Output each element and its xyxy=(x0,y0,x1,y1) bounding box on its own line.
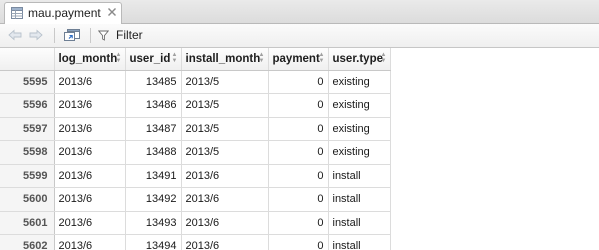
table-row[interactable]: 5598 2013/6 13488 2013/5 0 existing xyxy=(0,140,391,165)
log-month-cell: 2013/6 xyxy=(54,140,126,165)
table-row[interactable]: 5601 2013/6 13493 2013/6 0 install xyxy=(0,211,391,235)
user-id-cell: 13493 xyxy=(125,211,182,235)
install-month-cell: 2013/5 xyxy=(181,140,269,165)
table-row[interactable]: 5600 2013/6 13492 2013/6 0 install xyxy=(0,187,391,212)
payment-cell: 0 xyxy=(268,70,329,94)
column-header-payment[interactable]: payment ▲ ▼ xyxy=(268,48,329,71)
install-month-cell: 2013/6 xyxy=(181,234,269,250)
data-table-icon xyxy=(11,7,23,19)
user-id-cell: 13488 xyxy=(125,140,182,165)
table-row[interactable]: 5596 2013/6 13486 2013/5 0 existing xyxy=(0,93,391,118)
sort-arrows-icon: ▲ ▼ xyxy=(115,52,122,64)
filter-label: Filter xyxy=(116,28,143,42)
sort-arrows-icon: ▲ ▼ xyxy=(380,52,387,64)
user-type-cell: existing xyxy=(328,117,391,141)
install-month-cell: 2013/6 xyxy=(181,211,269,235)
log-month-cell: 2013/6 xyxy=(54,70,126,94)
popout-window-icon[interactable] xyxy=(63,28,81,42)
tab-title: mau.payment xyxy=(28,6,101,20)
row-name-cell: 5601 xyxy=(0,211,55,235)
sort-arrows-icon: ▲ ▼ xyxy=(318,52,325,64)
log-month-cell: 2013/6 xyxy=(54,234,126,250)
column-label: log_month xyxy=(58,52,118,65)
tab-mau-payment[interactable]: mau.payment xyxy=(4,2,122,24)
install-month-cell: 2013/6 xyxy=(181,187,269,212)
user-type-cell: existing xyxy=(328,70,391,94)
install-month-cell: 2013/5 xyxy=(181,70,269,94)
toolbar-divider xyxy=(54,28,55,43)
user-id-cell: 13485 xyxy=(125,70,182,94)
table-row[interactable]: 5599 2013/6 13491 2013/6 0 install xyxy=(0,164,391,188)
log-month-cell: 2013/6 xyxy=(54,117,126,141)
sort-arrows-icon: ▲ ▼ xyxy=(171,52,178,64)
user-type-cell: existing xyxy=(328,140,391,165)
payment-cell: 0 xyxy=(268,164,329,188)
log-month-cell: 2013/6 xyxy=(54,211,126,235)
user-id-cell: 13494 xyxy=(125,234,182,250)
data-table: log_month ▲ ▼ user_id ▲ ▼ install_month ▲ ▼ pa… xyxy=(0,48,391,250)
user-type-cell: install xyxy=(328,211,391,235)
sort-arrows-icon: ▲ ▼ xyxy=(258,52,265,64)
column-header-log-month[interactable]: log_month ▲ ▼ xyxy=(54,48,126,71)
data-grid: log_month ▲ ▼ user_id ▲ ▼ install_month ▲ ▼ pa… xyxy=(0,48,599,250)
install-month-cell: 2013/5 xyxy=(181,117,269,141)
column-label: user_id xyxy=(129,52,171,65)
arrow-left-icon[interactable] xyxy=(8,29,22,41)
column-header-install-month[interactable]: install_month ▲ ▼ xyxy=(181,48,269,71)
row-name-cell: 5597 xyxy=(0,117,55,141)
row-name-cell: 5596 xyxy=(0,93,55,118)
install-month-cell: 2013/5 xyxy=(181,93,269,118)
user-type-cell: install xyxy=(328,164,391,188)
column-header-user-id[interactable]: user_id ▲ ▼ xyxy=(125,48,182,71)
toolbar-divider xyxy=(90,28,91,43)
row-name-cell: 5602 xyxy=(0,234,55,250)
tab-bar: mau.payment xyxy=(0,0,599,24)
user-id-cell: 13487 xyxy=(125,117,182,141)
row-name-cell: 5600 xyxy=(0,187,55,212)
payment-cell: 0 xyxy=(268,211,329,235)
user-id-cell: 13492 xyxy=(125,187,182,212)
log-month-cell: 2013/6 xyxy=(54,93,126,118)
data-viewer-window: mau.payment Filter log_month ▲ ▼ user_id… xyxy=(0,0,599,250)
row-name-cell: 5599 xyxy=(0,164,55,188)
column-label: user.type xyxy=(332,52,384,65)
header-row: log_month ▲ ▼ user_id ▲ ▼ install_month ▲ ▼ pa… xyxy=(0,48,391,71)
user-id-cell: 13491 xyxy=(125,164,182,188)
viewer-toolbar: Filter xyxy=(0,24,599,48)
log-month-cell: 2013/6 xyxy=(54,164,126,188)
column-label: install_month xyxy=(185,52,261,65)
payment-cell: 0 xyxy=(268,93,329,118)
user-type-cell: install xyxy=(328,234,391,250)
install-month-cell: 2013/6 xyxy=(181,164,269,188)
table-row[interactable]: 5597 2013/6 13487 2013/5 0 existing xyxy=(0,117,391,141)
log-month-cell: 2013/6 xyxy=(54,187,126,212)
payment-cell: 0 xyxy=(268,187,329,212)
arrow-right-icon[interactable] xyxy=(29,29,43,41)
column-label: payment xyxy=(272,52,320,65)
payment-cell: 0 xyxy=(268,117,329,141)
column-header-user-type[interactable]: user.type ▲ ▼ xyxy=(328,48,391,71)
user-type-cell: existing xyxy=(328,93,391,118)
funnel-icon xyxy=(98,30,109,41)
row-name-cell: 5595 xyxy=(0,70,55,94)
payment-cell: 0 xyxy=(268,234,329,250)
table-row[interactable]: 5602 2013/6 13494 2013/6 0 install xyxy=(0,234,391,250)
user-id-cell: 13486 xyxy=(125,93,182,118)
payment-cell: 0 xyxy=(268,140,329,165)
row-names-header xyxy=(0,48,55,71)
row-name-cell: 5598 xyxy=(0,140,55,165)
filter-button[interactable]: Filter xyxy=(98,27,143,45)
table-row[interactable]: 5595 2013/6 13485 2013/5 0 existing xyxy=(0,70,391,94)
user-type-cell: install xyxy=(328,187,391,212)
close-icon[interactable] xyxy=(107,7,117,17)
